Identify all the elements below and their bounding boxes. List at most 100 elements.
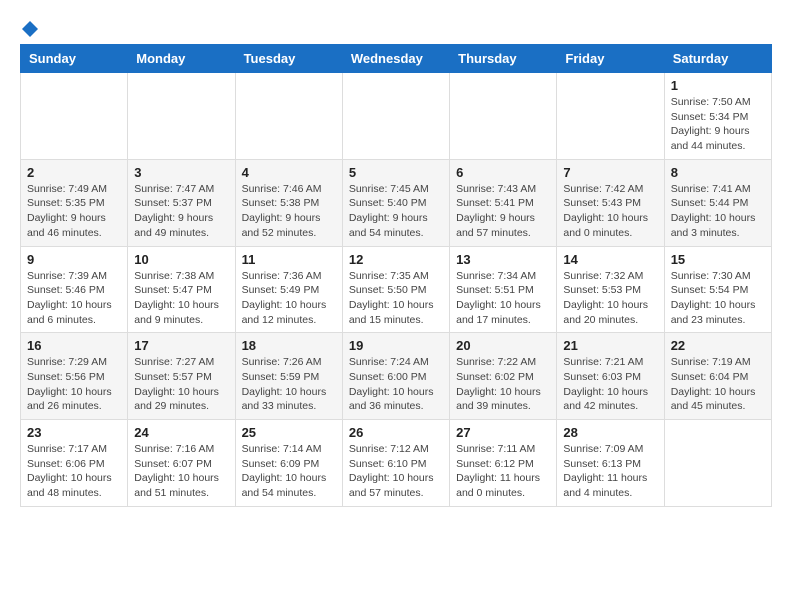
week-row-0: 1 Sunrise: 7:50 AMSunset: 5:34 PMDaylight… xyxy=(21,73,772,160)
day-cell xyxy=(664,420,771,507)
logo xyxy=(20,20,40,34)
day-cell xyxy=(21,73,128,160)
weekday-wednesday: Wednesday xyxy=(342,45,449,73)
day-info: Sunrise: 7:45 AMSunset: 5:40 PMDaylight:… xyxy=(349,182,443,241)
day-info: Sunrise: 7:12 AMSunset: 6:10 PMDaylight:… xyxy=(349,442,443,501)
day-number: 19 xyxy=(349,338,443,353)
day-info: Sunrise: 7:46 AMSunset: 5:38 PMDaylight:… xyxy=(242,182,336,241)
day-number: 28 xyxy=(563,425,657,440)
day-cell: 20Sunrise: 7:22 AMSunset: 6:02 PMDayligh… xyxy=(450,333,557,420)
weekday-header: SundayMondayTuesdayWednesdayThursdayFrid… xyxy=(21,45,772,73)
day-info: Sunrise: 7:14 AMSunset: 6:09 PMDaylight:… xyxy=(242,442,336,501)
day-cell: 28 Sunrise: 7:09 AMSunset: 6:13 PMDayligh… xyxy=(557,420,664,507)
day-cell: 11 Sunrise: 7:36 AMSunset: 5:49 PMDayligh… xyxy=(235,246,342,333)
day-number: 22 xyxy=(671,338,765,353)
day-number: 7 xyxy=(563,165,657,180)
day-info: Sunrise: 7:42 AMSunset: 5:43 PMDaylight:… xyxy=(563,182,657,241)
day-info: Sunrise: 7:38 AMSunset: 5:47 PMDaylight:… xyxy=(134,269,228,328)
day-number: 10 xyxy=(134,252,228,267)
day-number: 12 xyxy=(349,252,443,267)
day-number: 21 xyxy=(563,338,657,353)
week-row-1: 2 Sunrise: 7:49 AMSunset: 5:35 PMDaylight… xyxy=(21,159,772,246)
week-row-3: 16 Sunrise: 7:29 AMSunset: 5:56 PMDayligh… xyxy=(21,333,772,420)
day-cell: 15 Sunrise: 7:30 AMSunset: 5:54 PMDayligh… xyxy=(664,246,771,333)
logo-icon xyxy=(21,20,39,38)
day-number: 27 xyxy=(456,425,550,440)
day-number: 6 xyxy=(456,165,550,180)
day-info: Sunrise: 7:11 AMSunset: 6:12 PMDaylight:… xyxy=(456,442,550,501)
day-info: Sunrise: 7:34 AMSunset: 5:51 PMDaylight:… xyxy=(456,269,550,328)
day-info: Sunrise: 7:17 AMSunset: 6:06 PMDaylight:… xyxy=(27,442,121,501)
day-number: 18 xyxy=(242,338,336,353)
day-info: Sunrise: 7:49 AMSunset: 5:35 PMDaylight:… xyxy=(27,182,121,241)
day-number: 8 xyxy=(671,165,765,180)
day-cell: 21Sunrise: 7:21 AMSunset: 6:03 PMDayligh… xyxy=(557,333,664,420)
day-cell: 9 Sunrise: 7:39 AMSunset: 5:46 PMDaylight… xyxy=(21,246,128,333)
day-info: Sunrise: 7:43 AMSunset: 5:41 PMDaylight:… xyxy=(456,182,550,241)
day-info: Sunrise: 7:39 AMSunset: 5:46 PMDaylight:… xyxy=(27,269,121,328)
day-cell: 13 Sunrise: 7:34 AMSunset: 5:51 PMDayligh… xyxy=(450,246,557,333)
day-cell: 24Sunrise: 7:16 AMSunset: 6:07 PMDayligh… xyxy=(128,420,235,507)
calendar: SundayMondayTuesdayWednesdayThursdayFrid… xyxy=(20,44,772,507)
day-number: 3 xyxy=(134,165,228,180)
day-cell: 17 Sunrise: 7:27 AMSunset: 5:57 PMDayligh… xyxy=(128,333,235,420)
day-cell: 27 Sunrise: 7:11 AMSunset: 6:12 PMDayligh… xyxy=(450,420,557,507)
day-cell: 8 Sunrise: 7:41 AMSunset: 5:44 PMDaylight… xyxy=(664,159,771,246)
weekday-tuesday: Tuesday xyxy=(235,45,342,73)
day-cell: 12 Sunrise: 7:35 AMSunset: 5:50 PMDayligh… xyxy=(342,246,449,333)
week-row-4: 23 Sunrise: 7:17 AMSunset: 6:06 PMDayligh… xyxy=(21,420,772,507)
day-info: Sunrise: 7:16 AMSunset: 6:07 PMDaylight:… xyxy=(134,442,228,501)
day-cell xyxy=(235,73,342,160)
day-cell: 10 Sunrise: 7:38 AMSunset: 5:47 PMDayligh… xyxy=(128,246,235,333)
day-cell xyxy=(557,73,664,160)
day-cell: 1 Sunrise: 7:50 AMSunset: 5:34 PMDaylight… xyxy=(664,73,771,160)
day-cell xyxy=(128,73,235,160)
day-number: 23 xyxy=(27,425,121,440)
weekday-monday: Monday xyxy=(128,45,235,73)
day-cell: 2 Sunrise: 7:49 AMSunset: 5:35 PMDaylight… xyxy=(21,159,128,246)
day-cell: 6 Sunrise: 7:43 AMSunset: 5:41 PMDaylight… xyxy=(450,159,557,246)
day-number: 1 xyxy=(671,78,765,93)
day-cell: 4 Sunrise: 7:46 AMSunset: 5:38 PMDaylight… xyxy=(235,159,342,246)
day-cell: 3 Sunrise: 7:47 AMSunset: 5:37 PMDaylight… xyxy=(128,159,235,246)
day-number: 25 xyxy=(242,425,336,440)
day-info: Sunrise: 7:29 AMSunset: 5:56 PMDaylight:… xyxy=(27,355,121,414)
day-info: Sunrise: 7:19 AMSunset: 6:04 PMDaylight:… xyxy=(671,355,765,414)
weekday-sunday: Sunday xyxy=(21,45,128,73)
day-info: Sunrise: 7:27 AMSunset: 5:57 PMDaylight:… xyxy=(134,355,228,414)
day-info: Sunrise: 7:47 AMSunset: 5:37 PMDaylight:… xyxy=(134,182,228,241)
day-info: Sunrise: 7:09 AMSunset: 6:13 PMDaylight:… xyxy=(563,442,657,501)
day-number: 26 xyxy=(349,425,443,440)
day-number: 11 xyxy=(242,252,336,267)
day-number: 17 xyxy=(134,338,228,353)
weekday-friday: Friday xyxy=(557,45,664,73)
day-number: 13 xyxy=(456,252,550,267)
weekday-thursday: Thursday xyxy=(450,45,557,73)
day-info: Sunrise: 7:41 AMSunset: 5:44 PMDaylight:… xyxy=(671,182,765,241)
day-cell: 18 Sunrise: 7:26 AMSunset: 5:59 PMDayligh… xyxy=(235,333,342,420)
day-cell: 26 Sunrise: 7:12 AMSunset: 6:10 PMDayligh… xyxy=(342,420,449,507)
day-cell: 23 Sunrise: 7:17 AMSunset: 6:06 PMDayligh… xyxy=(21,420,128,507)
weekday-saturday: Saturday xyxy=(664,45,771,73)
day-info: Sunrise: 7:30 AMSunset: 5:54 PMDaylight:… xyxy=(671,269,765,328)
day-cell: 7 Sunrise: 7:42 AMSunset: 5:43 PMDaylight… xyxy=(557,159,664,246)
day-info: Sunrise: 7:50 AMSunset: 5:34 PMDaylight:… xyxy=(671,95,765,154)
day-cell: 14Sunrise: 7:32 AMSunset: 5:53 PMDayligh… xyxy=(557,246,664,333)
day-number: 4 xyxy=(242,165,336,180)
day-number: 9 xyxy=(27,252,121,267)
day-cell: 25 Sunrise: 7:14 AMSunset: 6:09 PMDayligh… xyxy=(235,420,342,507)
day-number: 14 xyxy=(563,252,657,267)
week-row-2: 9 Sunrise: 7:39 AMSunset: 5:46 PMDaylight… xyxy=(21,246,772,333)
day-info: Sunrise: 7:26 AMSunset: 5:59 PMDaylight:… xyxy=(242,355,336,414)
header xyxy=(20,20,772,34)
day-cell: 5 Sunrise: 7:45 AMSunset: 5:40 PMDaylight… xyxy=(342,159,449,246)
day-info: Sunrise: 7:24 AMSunset: 6:00 PMDaylight:… xyxy=(349,355,443,414)
day-number: 2 xyxy=(27,165,121,180)
day-number: 16 xyxy=(27,338,121,353)
day-number: 20 xyxy=(456,338,550,353)
day-info: Sunrise: 7:35 AMSunset: 5:50 PMDaylight:… xyxy=(349,269,443,328)
day-info: Sunrise: 7:36 AMSunset: 5:49 PMDaylight:… xyxy=(242,269,336,328)
day-number: 5 xyxy=(349,165,443,180)
day-cell: 22 Sunrise: 7:19 AMSunset: 6:04 PMDayligh… xyxy=(664,333,771,420)
day-number: 15 xyxy=(671,252,765,267)
